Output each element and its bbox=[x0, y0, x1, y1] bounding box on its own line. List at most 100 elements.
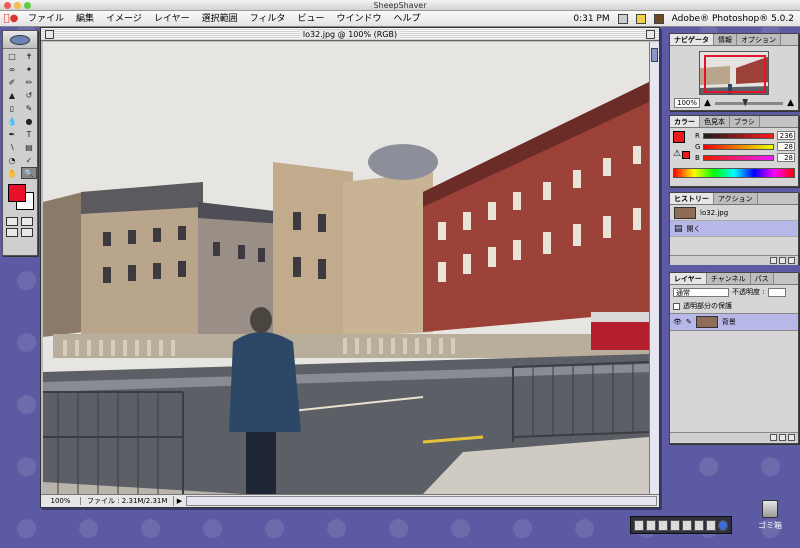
pencil-tool-icon[interactable]: ✎ bbox=[21, 102, 37, 114]
gradient-tool-icon[interactable]: ▤ bbox=[21, 141, 37, 153]
launcher-app-icon-6[interactable] bbox=[694, 519, 704, 531]
add-mask-icon[interactable] bbox=[770, 434, 777, 441]
red-value[interactable]: 236 bbox=[777, 131, 795, 140]
zoom-in-icon[interactable]: ▲ bbox=[787, 98, 794, 108]
launcher-app-icon-1[interactable] bbox=[634, 519, 644, 531]
menu-filter[interactable]: フィルタ bbox=[244, 11, 292, 27]
help-balloon-icon[interactable] bbox=[635, 13, 646, 24]
minimize-window-button[interactable] bbox=[14, 2, 21, 9]
standard-mode-icon[interactable] bbox=[6, 217, 18, 226]
type-tool-icon[interactable]: T bbox=[21, 128, 37, 140]
navigator-view-box[interactable] bbox=[704, 55, 766, 93]
layer-visibility-eye-icon[interactable]: 👁 bbox=[673, 318, 682, 326]
clock[interactable]: 0:31 PM bbox=[573, 14, 609, 24]
menu-view[interactable]: ビュー bbox=[291, 11, 330, 27]
document-titlebar[interactable]: lo32.jpg @ 100% (RGB) bbox=[41, 28, 659, 41]
file-size-info[interactable]: ファイル : 2.31M/2.31M bbox=[81, 496, 175, 506]
status-menu-arrow-icon[interactable]: ▶ bbox=[174, 497, 184, 505]
lasso-tool-icon[interactable]: ∞ bbox=[4, 63, 20, 75]
trash[interactable]: ゴミ箱 bbox=[755, 500, 785, 531]
blue-slider[interactable] bbox=[702, 154, 774, 161]
full-screen-menu-icon[interactable] bbox=[21, 228, 33, 237]
launcher-app-icon-3[interactable] bbox=[658, 519, 668, 531]
image-canvas[interactable] bbox=[43, 42, 649, 494]
preserve-transparency-checkbox[interactable] bbox=[673, 302, 680, 310]
quick-mask-mode-icon[interactable] bbox=[21, 217, 33, 226]
launcher-app-icon-4[interactable] bbox=[670, 519, 680, 531]
blue-value[interactable]: 28 bbox=[777, 153, 795, 162]
close-window-button[interactable] bbox=[4, 2, 11, 9]
delete-state-icon[interactable] bbox=[788, 257, 795, 264]
marquee-tool-icon[interactable]: □ bbox=[4, 50, 20, 62]
blend-mode-select[interactable]: 通常 bbox=[673, 287, 729, 297]
launcher-globe-icon[interactable] bbox=[718, 519, 728, 531]
history-brush-tool-icon[interactable]: ↺ bbox=[21, 89, 37, 101]
zoom-out-icon[interactable]: ▲ bbox=[704, 98, 711, 108]
layer-brush-icon[interactable]: ✎ bbox=[686, 318, 692, 326]
delete-layer-icon[interactable] bbox=[788, 434, 795, 441]
tab-navigator[interactable]: ナビゲータ bbox=[670, 34, 714, 45]
menu-file[interactable]: ファイル bbox=[22, 11, 70, 27]
zoom-level-field[interactable]: 100% bbox=[41, 497, 81, 505]
magic-wand-tool-icon[interactable]: ✦ bbox=[21, 63, 37, 75]
launcher-app-icon-7[interactable] bbox=[706, 519, 716, 531]
tab-paths[interactable]: パス bbox=[750, 273, 774, 284]
tab-info[interactable]: 情報 bbox=[714, 34, 737, 45]
tab-color[interactable]: カラー bbox=[670, 116, 700, 127]
tab-channels[interactable]: チャンネル bbox=[706, 273, 751, 284]
measure-tool-icon[interactable]: ∖ bbox=[4, 141, 20, 153]
launcher-app-icon-5[interactable] bbox=[682, 519, 692, 531]
tab-swatches[interactable]: 色見本 bbox=[700, 116, 730, 127]
color-spectrum-bar[interactable] bbox=[673, 168, 795, 178]
gamut-color-chip[interactable] bbox=[682, 151, 690, 159]
vertical-scrollbar[interactable] bbox=[649, 42, 659, 494]
navigator-zoom-slider[interactable] bbox=[714, 98, 784, 107]
rubber-stamp-tool-icon[interactable]: ▲ bbox=[4, 89, 20, 101]
launcher-app-icon-2[interactable] bbox=[646, 519, 656, 531]
tab-actions[interactable]: アクション bbox=[714, 193, 758, 204]
dodge-tool-icon[interactable]: ● bbox=[21, 115, 37, 127]
green-slider[interactable] bbox=[703, 143, 774, 150]
pen-tool-icon[interactable]: ✒ bbox=[4, 128, 20, 140]
hand-tool-icon[interactable]: ✋ bbox=[4, 167, 20, 179]
active-application[interactable]: Adobe® Photoshop® 5.0.2 bbox=[672, 14, 794, 24]
toolbox-header[interactable] bbox=[3, 31, 37, 49]
tab-options[interactable]: オプション bbox=[737, 34, 781, 45]
history-state-open[interactable]: ▤ 開く bbox=[670, 221, 798, 237]
new-layer-icon[interactable] bbox=[779, 434, 786, 441]
tab-history[interactable]: ヒストリー bbox=[670, 193, 714, 204]
menu-image[interactable]: イメージ bbox=[100, 11, 148, 27]
airbrush-tool-icon[interactable]: ✐ bbox=[4, 76, 20, 88]
color-foreground-swatch[interactable] bbox=[673, 131, 685, 143]
menu-window[interactable]: ウインドウ bbox=[330, 11, 387, 27]
history-snapshot[interactable]: lo32.jpg bbox=[670, 205, 798, 221]
tab-layers[interactable]: レイヤー bbox=[670, 273, 707, 284]
menu-select[interactable]: 選択範囲 bbox=[196, 11, 244, 27]
new-document-icon[interactable] bbox=[770, 257, 777, 264]
zoom-document-icon[interactable] bbox=[646, 30, 655, 39]
menu-edit[interactable]: 編集 bbox=[70, 11, 100, 27]
trash-icon[interactable] bbox=[762, 500, 778, 518]
layer-row-background[interactable]: 👁 ✎ 背景 bbox=[670, 313, 798, 331]
zoom-tool-icon[interactable]: 🔍 bbox=[21, 167, 37, 179]
tab-brushes[interactable]: ブラシ bbox=[730, 116, 760, 127]
standard-screen-icon[interactable] bbox=[6, 228, 18, 237]
photoshop-app-icon[interactable] bbox=[653, 13, 664, 24]
menu-layer[interactable]: レイヤー bbox=[148, 11, 196, 27]
printer-icon[interactable] bbox=[617, 13, 628, 24]
green-value[interactable]: 28 bbox=[777, 142, 795, 151]
paint-bucket-tool-icon[interactable]: ◔ bbox=[4, 154, 20, 166]
blur-tool-icon[interactable]: 💧 bbox=[4, 115, 20, 127]
opacity-field[interactable] bbox=[767, 287, 786, 297]
red-slider[interactable] bbox=[702, 132, 774, 139]
paintbrush-tool-icon[interactable]: ✏ bbox=[21, 76, 37, 88]
zoom-window-button[interactable] bbox=[24, 2, 31, 9]
eraser-tool-icon[interactable]: ▯ bbox=[4, 102, 20, 114]
foreground-color-swatch[interactable] bbox=[8, 184, 26, 202]
horizontal-scrollbar[interactable] bbox=[186, 496, 657, 506]
navigator-zoom-knob[interactable] bbox=[742, 98, 749, 107]
vertical-scroll-thumb[interactable] bbox=[651, 48, 658, 62]
photoshop-eye-icon[interactable] bbox=[10, 34, 30, 45]
apple-icon[interactable]: ● bbox=[0, 13, 22, 24]
new-snapshot-icon[interactable] bbox=[779, 257, 786, 264]
